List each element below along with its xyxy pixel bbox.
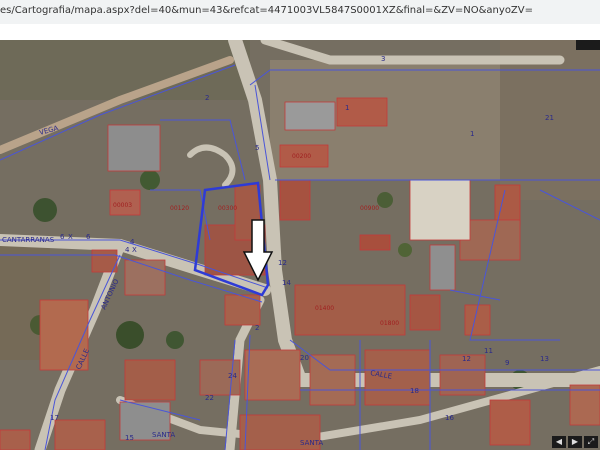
parcel-number: 5 <box>255 144 259 152</box>
road-number: 6 <box>60 233 65 241</box>
browser-address-bar[interactable]: es/Cartografia/mapa.aspx?del=40&mun=43&r… <box>0 0 600 25</box>
road-number: X <box>132 246 137 254</box>
parcel-number: 17 <box>50 414 59 422</box>
parcel-number: 21 <box>545 114 554 122</box>
road-number: 12 <box>462 355 471 363</box>
cadastral-map[interactable]: 3 1 1 21 2 5 12 14 18 11 9 4 6 20 17 22 … <box>0 40 600 450</box>
road-number: 2 <box>255 324 259 332</box>
parcel-number: 16 <box>445 414 454 422</box>
building-ref: 00300 <box>218 205 237 212</box>
road-number: 13 <box>540 355 549 363</box>
parcel-number: 4 <box>130 238 135 246</box>
building-ref: 00003 <box>113 202 132 209</box>
map-canvas: 3 1 1 21 2 5 12 14 18 11 9 4 6 20 17 22 … <box>0 40 600 450</box>
page-header-strip <box>0 24 600 40</box>
map-corner-badge <box>576 40 600 50</box>
building-ref: 00120 <box>170 205 189 212</box>
street-label: CANTARRANAS <box>2 236 55 244</box>
parcel-number: 3 <box>381 55 385 63</box>
parcel-number: 1 <box>345 104 349 112</box>
parcel-number: 24 <box>228 372 237 380</box>
parcel-number: 22 <box>205 394 214 402</box>
parcel-number: 12 <box>278 259 287 267</box>
parcel-number: 18 <box>410 387 419 395</box>
building-ref: 01800 <box>380 320 399 327</box>
map-next-button[interactable]: ▶ <box>568 436 582 448</box>
road-number: 4 <box>125 246 130 254</box>
street-label: SANTA <box>152 431 175 439</box>
parcel-number: 9 <box>505 359 509 367</box>
street-label: SANTA <box>300 439 323 447</box>
parcel-number: 20 <box>300 354 309 362</box>
road-number: X <box>68 233 73 241</box>
parcel-number: 6 <box>86 233 91 241</box>
building-ref: 01400 <box>315 305 334 312</box>
map-fullscreen-button[interactable]: ⤢ <box>584 436 598 448</box>
parcel-number: 11 <box>484 347 493 355</box>
parcel-number: 14 <box>282 279 291 287</box>
building-ref: 00900 <box>360 205 379 212</box>
building-ref: 00200 <box>292 153 311 160</box>
url-text: es/Cartografia/mapa.aspx?del=40&mun=43&r… <box>0 5 534 16</box>
parcel-number: 15 <box>125 434 134 442</box>
map-prev-button[interactable]: ◀ <box>552 436 566 448</box>
parcel-number: 2 <box>205 94 209 102</box>
parcel-number: 1 <box>470 130 474 138</box>
